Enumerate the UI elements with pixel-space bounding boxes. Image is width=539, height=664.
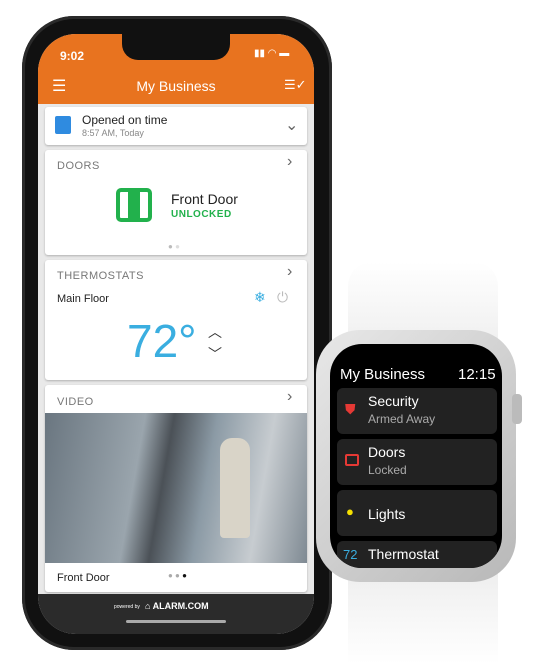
- page-dots[interactable]: ● ● ●: [168, 571, 187, 580]
- status-time: 9:02: [60, 49, 85, 63]
- powered-by: powered by: [114, 604, 140, 610]
- door-icon: [345, 454, 359, 466]
- camera-name: Front Door: [57, 572, 110, 584]
- snowflake-icon[interactable]: ❄: [254, 289, 266, 306]
- page-title: My Business: [136, 78, 216, 94]
- status-icons: ▮▮ ◠ ▬: [254, 48, 290, 59]
- watch-item-security[interactable]: ⛊ Security Armed Away: [337, 388, 497, 434]
- chevron-down-icon[interactable]: ⌄: [285, 115, 298, 135]
- doors-section-label: DOORS: [57, 160, 100, 172]
- thermostat-section-label: THERMOSTATS: [57, 270, 144, 282]
- watch-item-lights[interactable]: ● Lights: [337, 490, 497, 536]
- door-status: UNLOCKED: [171, 209, 232, 220]
- phone-screen: 9:02 ▮▮ ◠ ▬ ☰ My Business ☰✓ Opened on t…: [38, 34, 314, 634]
- watch-screen: My Business 12:15 ⛊ Security Armed Away …: [330, 344, 502, 568]
- chevron-right-icon[interactable]: ›: [287, 263, 292, 281]
- video-card: VIDEO › Front Door ● ● ●: [45, 385, 307, 592]
- footer: powered by ⌂ ALARM.COM: [38, 594, 314, 634]
- temp-down-button[interactable]: ﹀: [208, 344, 222, 364]
- temp-up-button[interactable]: ︿: [208, 322, 222, 342]
- digital-crown[interactable]: [512, 394, 522, 424]
- watch-item-label: Lights: [368, 506, 406, 522]
- person-figure: [220, 438, 250, 538]
- schedule-card[interactable]: Opened on time 8:57 AM, Today ⌄: [45, 107, 307, 145]
- watch-item-status: Armed Away: [368, 412, 436, 426]
- thermostat-location: Main Floor: [57, 293, 109, 305]
- watch-item-label: Thermostat: [368, 546, 439, 562]
- chevron-right-icon[interactable]: ›: [287, 388, 292, 406]
- schedule-title: Opened on time: [82, 113, 168, 127]
- door-name: Front Door: [171, 191, 238, 207]
- watch-item-label: Doors: [368, 444, 406, 460]
- notch: [122, 34, 230, 60]
- shield-icon: ⛊: [345, 401, 356, 417]
- thermostat-temperature: 72°: [127, 315, 197, 367]
- thermostat-card: THERMOSTATS › Main Floor ❄ ⏻ 72° ︿ ﹀: [45, 260, 307, 380]
- storefront-icon: [55, 116, 71, 134]
- thermostat-value: 72: [343, 547, 358, 562]
- door-icon[interactable]: [116, 188, 152, 222]
- watch-time: 12:15: [458, 366, 496, 383]
- watch-strap: [348, 570, 498, 664]
- watch-item-doors[interactable]: Doors Locked: [337, 439, 497, 485]
- power-icon[interactable]: ⏻: [277, 289, 288, 306]
- chevron-right-icon[interactable]: ›: [287, 153, 292, 171]
- alarm-logo: ⌂ ALARM.COM: [145, 601, 209, 611]
- watch-item-label: Security: [368, 393, 419, 409]
- brand-text: ALARM.COM: [152, 601, 209, 611]
- video-section-label: VIDEO: [57, 396, 94, 408]
- watch-item-thermostat[interactable]: 72 Thermostat: [337, 541, 497, 568]
- schedule-subtitle: 8:57 AM, Today: [82, 128, 144, 138]
- checklist-icon[interactable]: ☰✓: [284, 77, 307, 93]
- home-indicator[interactable]: [126, 620, 226, 623]
- watch-title: My Business: [340, 366, 426, 383]
- watch-item-status: Locked: [368, 463, 407, 477]
- lightbulb-icon: ●: [346, 504, 354, 519]
- doors-card: DOORS › Front Door UNLOCKED ● ●: [45, 150, 307, 255]
- video-thumbnail[interactable]: [45, 413, 307, 563]
- page-dots[interactable]: ● ●: [168, 242, 180, 251]
